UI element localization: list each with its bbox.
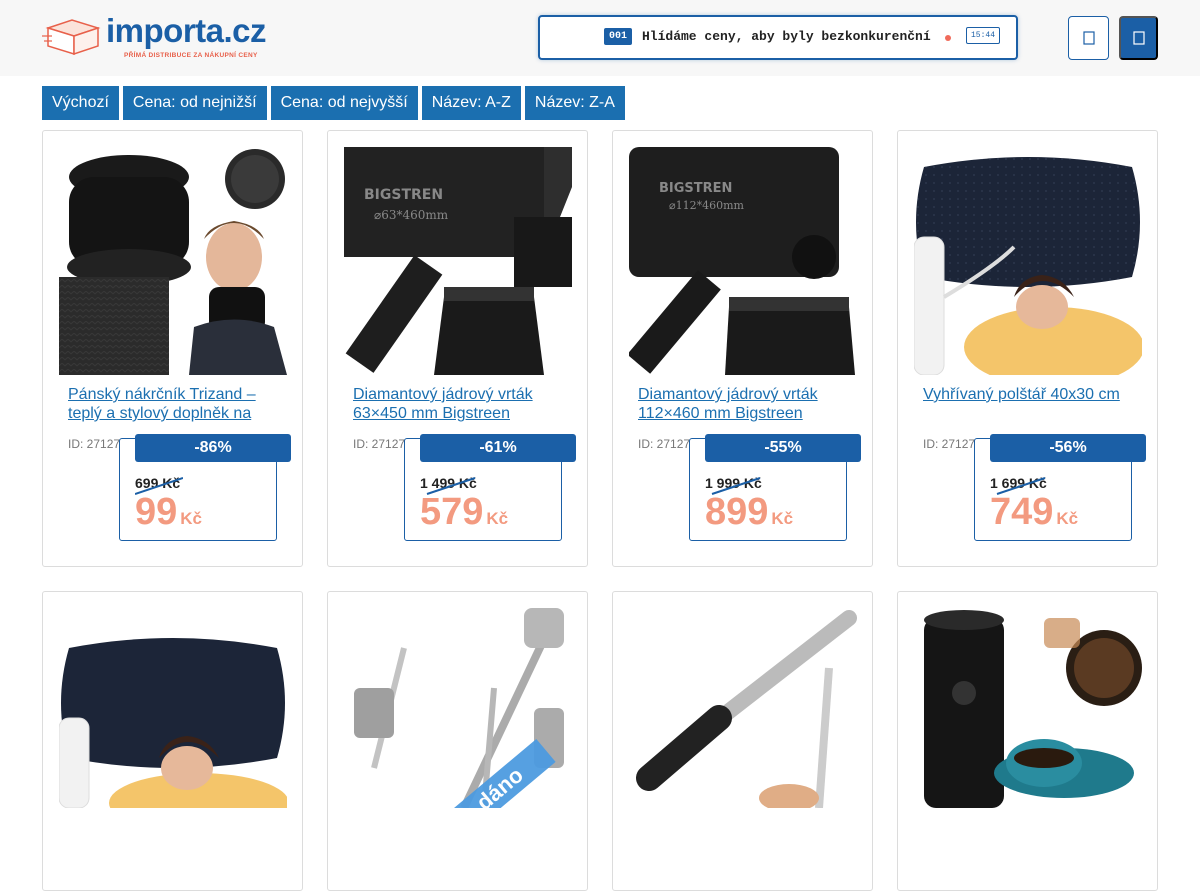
site-header: importa.cz PŘÍMÁ DISTRIBUCE ZA NÁKUPNÍ C… <box>0 0 1200 76</box>
product-title-link[interactable]: Vyhřívaný polštář 40x30 cm <box>923 385 1133 404</box>
product-card[interactable]: dáno <box>327 591 588 891</box>
new-price-value: 579 <box>420 491 484 533</box>
ticker-text: Hlídáme ceny, aby byly bezkonkurenční <box>642 29 931 44</box>
product-card[interactable] <box>612 591 873 891</box>
discount-badge: -56% <box>990 434 1146 462</box>
product-image[interactable]: BIGSTREN ⌀63*460mm <box>344 147 572 375</box>
new-price: 749 Kč <box>990 491 1078 534</box>
price-ticker: 001 Hlídáme ceny, aby byly bezkonkurenčn… <box>538 15 1018 60</box>
discount-badge: -61% <box>420 434 576 462</box>
product-image[interactable] <box>914 147 1142 375</box>
live-indicator-icon <box>945 35 951 41</box>
currency: Kč <box>180 509 203 528</box>
currency: Kč <box>486 509 509 528</box>
product-id: ID: 27127 <box>353 437 406 451</box>
logo-tagline: PŘÍMÁ DISTRIBUCE ZA NÁKUPNÍ CENY <box>124 52 258 59</box>
sort-price-asc[interactable]: Cena: od nejnižší <box>122 86 267 120</box>
cart-button[interactable] <box>1119 16 1158 60</box>
product-grid: Pánský nákrčník Trizand – teplý a stylov… <box>42 130 1158 891</box>
ticker-badge: 001 <box>604 28 633 45</box>
currency: Kč <box>1056 509 1079 528</box>
discount-badge: -55% <box>705 434 861 462</box>
currency: Kč <box>771 509 794 528</box>
product-card[interactable]: Pánský nákrčník Trizand – teplý a stylov… <box>42 130 303 567</box>
product-title-link[interactable]: Diamantový jádrový vrták 112×460 mm Bigs… <box>638 385 848 423</box>
sort-default[interactable]: Výchozí <box>42 86 119 120</box>
product-card[interactable] <box>897 591 1158 891</box>
product-image[interactable] <box>629 608 857 808</box>
product-image[interactable]: dáno <box>344 608 572 808</box>
new-price-value: 749 <box>990 491 1054 533</box>
sort-name-asc[interactable]: Název: A-Z <box>421 86 521 120</box>
discount-badge: -86% <box>135 434 291 462</box>
logo-wordmark: importa.cz <box>106 12 267 49</box>
box-logo-icon <box>42 19 101 56</box>
new-price: 899 Kč <box>705 491 793 534</box>
svg-text:BIGSTREN: BIGSTREN <box>364 187 443 203</box>
cart-icon <box>1132 31 1145 45</box>
new-price-value: 99 <box>135 491 178 533</box>
new-price: 99 Kč <box>135 491 202 534</box>
product-id: ID: 27127 <box>923 437 976 451</box>
account-button[interactable] <box>1068 16 1109 60</box>
product-image[interactable] <box>914 608 1142 808</box>
product-id: ID: 27127 <box>68 437 121 451</box>
product-id: ID: 27127 <box>638 437 691 451</box>
sort-name-desc[interactable]: Název: Z-A <box>524 86 625 120</box>
svg-text:⌀63*460mm: ⌀63*460mm <box>374 208 449 222</box>
new-price: 579 Kč <box>420 491 508 534</box>
product-title-link[interactable]: Diamantový jádrový vrták 63×450 mm Bigst… <box>353 385 563 423</box>
svg-text:BIGSTREN: BIGSTREN <box>659 181 732 196</box>
product-card[interactable]: BIGSTREN ⌀63*460mm Diamantový jádrový vr… <box>327 130 588 567</box>
product-image[interactable] <box>59 147 287 375</box>
svg-text:⌀112*460mm: ⌀112*460mm <box>669 199 745 212</box>
product-card[interactable] <box>42 591 303 891</box>
product-image[interactable]: BIGSTREN ⌀112*460mm <box>629 147 857 375</box>
ticker-time: 15:44 <box>966 27 1001 44</box>
user-icon <box>1082 31 1095 45</box>
new-price-value: 899 <box>705 491 769 533</box>
product-card[interactable]: BIGSTREN ⌀112*460mm Diamantový jádrový v… <box>612 130 873 567</box>
product-title-link[interactable]: Pánský nákrčník Trizand – teplý a stylov… <box>68 385 278 423</box>
product-image[interactable] <box>59 608 287 808</box>
sort-bar: Výchozí Cena: od nejnižší Cena: od nejvy… <box>42 86 625 120</box>
product-card[interactable]: Vyhřívaný polštář 40x30 cm ID: 27127 1 6… <box>897 130 1158 567</box>
sort-price-desc[interactable]: Cena: od nejvyšší <box>270 86 418 120</box>
site-logo[interactable]: importa.cz PŘÍMÁ DISTRIBUCE ZA NÁKUPNÍ C… <box>42 12 282 64</box>
